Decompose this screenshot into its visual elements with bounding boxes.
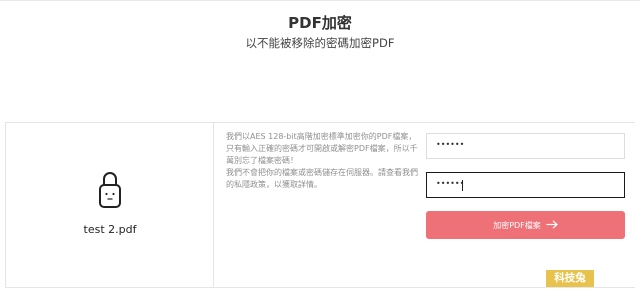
confirm-password-mask: •••••• <box>436 179 465 188</box>
description-text: 我們以AES 128-bit高階加密標準加密你的PDF檔案，只有輸入正確的密碼才… <box>226 131 418 191</box>
lock-file-icon <box>99 171 121 213</box>
description-paragraph-2: 我們不會把你的檔案或密碼儲存在伺服器。請查看我們的私隱政策，以獲取詳情。 <box>226 168 418 189</box>
encrypt-panel: test 2.pdf 我們以AES 128-bit高階加密標準加密你的PDF檔案… <box>5 122 635 288</box>
text-caret <box>462 180 463 191</box>
top-border <box>0 0 640 1</box>
encrypt-pdf-button[interactable]: 加密PDF檔案 <box>426 211 625 239</box>
page-title: PDF加密 <box>288 14 352 32</box>
arrow-right-icon <box>546 219 558 231</box>
password-mask: •••••• <box>436 140 465 149</box>
page-subtitle: 以不能被移除的密碼加密PDF <box>245 36 395 50</box>
file-name: test 2.pdf <box>83 223 137 236</box>
encrypt-pdf-button-label: 加密PDF檔案 <box>493 220 541 230</box>
description-paragraph-1: 我們以AES 128-bit高階加密標準加密你的PDF檔案，只有輸入正確的密碼才… <box>226 132 418 165</box>
watermark-logo: 科技兔 <box>546 270 594 287</box>
file-card[interactable]: test 2.pdf <box>6 123 214 287</box>
